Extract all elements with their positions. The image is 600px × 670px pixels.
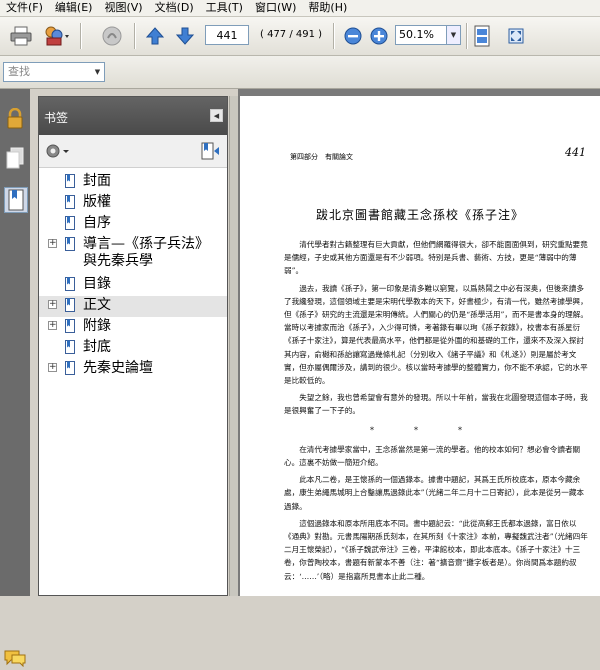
- bookmarks-toolbar: [39, 135, 227, 168]
- page-count: ( 477 / 491 ): [260, 29, 323, 40]
- find-input[interactable]: 查找: [3, 62, 105, 82]
- bookmarks-panel: 书签 ◀ 封面 版權 自序 + 導言—《孫子兵法》 與先秦兵學 目錄 + 正文 …: [38, 96, 228, 596]
- bookmark-icon: [65, 174, 75, 188]
- expand-icon[interactable]: +: [48, 321, 57, 330]
- expand-icon[interactable]: +: [48, 300, 57, 309]
- bookmarks-header: 书签 ◀: [39, 97, 227, 135]
- bookmark-item[interactable]: 版權: [39, 193, 227, 214]
- collaborate-icon[interactable]: [40, 24, 72, 48]
- bookmark-icon: [65, 277, 75, 291]
- section-divider: ***: [370, 425, 502, 435]
- bookmark-label[interactable]: 版權: [83, 193, 111, 211]
- next-page-icon[interactable]: [173, 24, 197, 48]
- zoom-dropdown-icon[interactable]: ▼: [447, 25, 461, 45]
- paragraph: 清代學者對古籍整理有巨大貢獻，但他們網羅得很大，卻不能面面俱到，研究重點要竟是儒…: [284, 240, 588, 276]
- find-toolbar: 查找 ▼: [0, 56, 600, 89]
- zoom-in-icon[interactable]: [368, 25, 390, 47]
- menu-window[interactable]: 窗口(W): [249, 0, 302, 16]
- panel-splitter[interactable]: [229, 96, 238, 596]
- hand-tool-icon[interactable]: [98, 24, 126, 48]
- bookmark-label[interactable]: 封面: [83, 172, 111, 190]
- menu-view[interactable]: 视图(V): [98, 0, 148, 16]
- bookmark-item[interactable]: 自序: [39, 214, 227, 235]
- full-screen-icon[interactable]: [504, 24, 528, 48]
- paragraph: 這個過錄本和原本所用底本不同。書中題記云：“此從高郵王氏都本過錄，富日依以《通典…: [284, 518, 588, 581]
- bookmark-item[interactable]: 目錄: [39, 275, 227, 296]
- bookmark-label[interactable]: 封底: [83, 338, 111, 356]
- pages-icon[interactable]: [4, 146, 26, 170]
- page-number: 441: [565, 146, 586, 159]
- fit-page-icon[interactable]: [470, 24, 494, 48]
- bookmark-icon: [65, 319, 75, 333]
- print-icon[interactable]: [8, 24, 34, 48]
- document-body: 清代學者對古籍整理有巨大貢獻，但他們網羅得很大，卻不能面面俱到，研究重點要竟是儒…: [284, 238, 588, 587]
- previous-page-icon[interactable]: [143, 24, 167, 48]
- bookmark-label[interactable]: 附錄: [83, 317, 111, 335]
- paragraph: 過去，我讀《孫子》，第一印象是清多難以窮覽，以爲熱鬧之中必有深奥，但後來讀多了我…: [284, 283, 588, 386]
- bookmark-label[interactable]: 先秦史論壇: [83, 359, 153, 377]
- menu-help[interactable]: 帮助(H): [302, 0, 353, 16]
- document-view[interactable]: 第四部分 有關論文 441 跋北京圖書館藏王念孫校《孫子注》 清代學者對古籍整理…: [238, 89, 600, 596]
- bookmark-item[interactable]: 封底: [39, 338, 227, 359]
- bookmark-label[interactable]: 正文: [83, 296, 111, 314]
- document-title: 跋北京圖書館藏王念孫校《孫子注》: [315, 208, 524, 222]
- bookmark-icon: [65, 298, 75, 312]
- paragraph: 此本凡二卷，是王懷孫的一個過錄本。據書中題記，其爲王氏所校底本，原本今藏余處，康…: [284, 475, 585, 511]
- zoom-out-icon[interactable]: [342, 25, 364, 47]
- paragraph: 失望之餘，我也曾希望會有意外的發現。所以十年前，當我在北圖發現這個本子時，我是很…: [284, 393, 588, 416]
- zoom-level-input[interactable]: 50.1%: [395, 25, 447, 45]
- collapse-panel-icon[interactable]: ◀: [210, 109, 223, 122]
- bookmark-icon: [65, 216, 75, 230]
- bookmark-item-selected[interactable]: + 正文: [39, 296, 227, 317]
- bookmark-icon: [65, 361, 75, 375]
- find-dropdown-icon[interactable]: ▼: [91, 63, 104, 81]
- bookmark-icon: [65, 340, 75, 354]
- options-gear-icon[interactable]: [45, 143, 71, 162]
- comments-icon[interactable]: [3, 649, 27, 668]
- bookmark-label-line2[interactable]: 與先秦兵學: [83, 252, 153, 270]
- menu-edit[interactable]: 编辑(E): [49, 0, 99, 16]
- bookmark-label[interactable]: 導言—《孫子兵法》: [83, 235, 209, 253]
- menu-tools[interactable]: 工具(T): [200, 0, 249, 16]
- bookmark-item[interactable]: 封面: [39, 172, 227, 193]
- bookmarks-list: 封面 版權 自序 + 導言—《孫子兵法》 與先秦兵學 目錄 + 正文 + 附錄 …: [39, 168, 227, 380]
- bookmark-label[interactable]: 目錄: [83, 275, 111, 293]
- security-lock-icon[interactable]: [4, 107, 26, 131]
- main-toolbar: 441 ( 477 / 491 ) 50.1% ▼: [0, 17, 600, 56]
- menu-document[interactable]: 文档(D): [149, 0, 200, 16]
- navigation-pane: [0, 89, 30, 668]
- bookmarks-title: 书签: [44, 111, 69, 125]
- running-head: 第四部分 有關論文: [290, 153, 353, 161]
- bookmark-item[interactable]: + 先秦史論壇: [39, 359, 227, 380]
- bookmark-label[interactable]: 自序: [83, 214, 111, 232]
- bookmark-item[interactable]: + 導言—《孫子兵法》 與先秦兵學: [39, 235, 227, 275]
- pdf-page: 第四部分 有關論文 441 跋北京圖書館藏王念孫校《孫子注》 清代學者對古籍整理…: [240, 96, 600, 596]
- bookmark-item[interactable]: + 附錄: [39, 317, 227, 338]
- bookmark-icon: [65, 237, 75, 251]
- menu-file[interactable]: 文件(F): [0, 0, 49, 16]
- bookmark-icon: [65, 195, 75, 209]
- new-bookmark-icon[interactable]: [201, 142, 221, 163]
- page-number-input[interactable]: 441: [205, 25, 249, 45]
- expand-icon[interactable]: +: [48, 239, 57, 248]
- expand-icon[interactable]: +: [48, 363, 57, 372]
- menu-bar: 文件(F) 编辑(E) 视图(V) 文档(D) 工具(T) 窗口(W) 帮助(H…: [0, 0, 600, 17]
- paragraph: 在清代考據學家當中，王念孫當然是第一流的學者。他的校本如何？想必會令讀者關心。這…: [284, 444, 581, 468]
- bookmarks-icon[interactable]: [4, 187, 28, 213]
